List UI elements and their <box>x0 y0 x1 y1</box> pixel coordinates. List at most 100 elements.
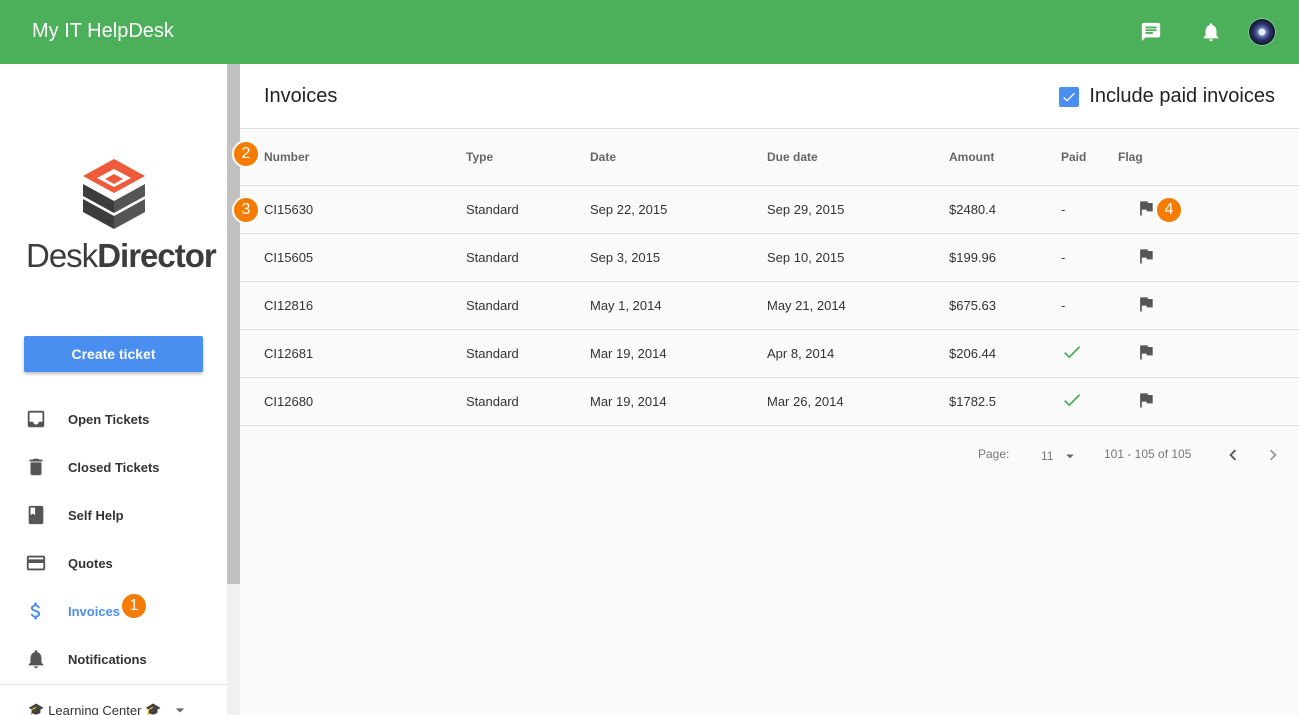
invoice-number: CI12816 <box>240 281 466 330</box>
sidebar-item-label: Closed Tickets <box>68 459 160 475</box>
page-size-label: Page: <box>978 447 1010 461</box>
app-title: My IT HelpDesk <box>32 20 174 42</box>
sidebar-item-invoices[interactable]: Invoices <box>0 587 227 635</box>
flag-icon[interactable] <box>1136 294 1156 314</box>
sidebar-item-label: Quotes <box>68 555 113 571</box>
logo-mark-icon <box>83 159 145 229</box>
column-header-due-date[interactable]: Due date <box>767 129 949 186</box>
table-row[interactable]: CI15605 Standard Sep 3, 2015 Sep 10, 201… <box>240 233 1299 282</box>
include-paid-checkbox[interactable]: Include paid invoices <box>1059 85 1275 108</box>
graduation-cap-icon: 🎓 <box>28 702 45 715</box>
page-size-select[interactable]: 11 <box>1041 447 1079 465</box>
annotation-badge-2: 2 <box>232 140 260 168</box>
sidebar-nav: Open Tickets Closed Tickets Self Help Qu… <box>0 395 227 683</box>
chat-icon[interactable] <box>1137 18 1165 46</box>
sidebar-item-open-tickets[interactable]: Open Tickets <box>0 395 227 443</box>
bell-icon <box>24 647 48 671</box>
invoice-number: CI12681 <box>240 329 466 378</box>
next-page-button[interactable] <box>1262 444 1284 469</box>
sidebar-item-self-help[interactable]: Self Help <box>0 491 227 539</box>
invoice-paid-status: - <box>1061 281 1118 330</box>
table-header-row: Number Type Date Due date Amount Paid Fl… <box>240 129 1299 186</box>
sidebar: DeskDirector Create ticket Open Tickets … <box>0 64 227 715</box>
chevron-right-icon <box>1269 449 1277 461</box>
flag-icon[interactable] <box>1136 246 1156 266</box>
check-icon <box>1064 345 1081 358</box>
invoice-amount: $206.44 <box>949 329 1061 378</box>
invoice-due-date: Sep 29, 2015 <box>767 185 949 234</box>
annotation-badge-4: 4 <box>1155 196 1183 224</box>
table-row[interactable]: CI12680 Standard Mar 19, 2014 Mar 26, 20… <box>240 377 1299 426</box>
deskdirector-logo: DeskDirector <box>26 157 217 275</box>
column-header-type[interactable]: Type <box>466 129 590 186</box>
column-header-date[interactable]: Date <box>590 129 767 186</box>
invoice-type: Standard <box>466 281 590 330</box>
invoice-due-date: Mar 26, 2014 <box>767 377 949 426</box>
sidebar-divider <box>0 684 227 685</box>
main-content: Invoices Include paid invoices Number Ty… <box>240 64 1299 715</box>
column-header-flag[interactable]: Flag <box>1118 129 1299 186</box>
include-paid-label: Include paid invoices <box>1089 85 1275 107</box>
chevron-left-icon <box>1229 449 1237 461</box>
sidebar-item-label: Notifications <box>68 651 147 667</box>
pagination: Page: 11 101 - 105 of 105 <box>240 444 1299 484</box>
invoice-paid-status: - <box>1061 185 1118 234</box>
table-row[interactable]: CI15630 Standard Sep 22, 2015 Sep 29, 20… <box>240 185 1299 234</box>
column-header-paid[interactable]: Paid <box>1061 129 1118 186</box>
user-avatar[interactable] <box>1249 19 1275 45</box>
invoice-type: Standard <box>466 329 590 378</box>
invoice-amount: $675.63 <box>949 281 1061 330</box>
table-row[interactable]: CI12681 Standard Mar 19, 2014 Apr 8, 201… <box>240 329 1299 378</box>
previous-page-button[interactable] <box>1222 444 1244 469</box>
chevron-down-icon <box>175 708 184 713</box>
learning-center-label: Learning Center <box>48 702 142 715</box>
invoice-amount: $199.96 <box>949 233 1061 282</box>
bell-icon[interactable] <box>1197 18 1225 46</box>
trash-icon <box>24 455 48 479</box>
sidebar-item-quotes[interactable]: Quotes <box>0 539 227 587</box>
flag-icon[interactable] <box>1136 342 1156 362</box>
flag-cell <box>1118 377 1299 426</box>
invoice-paid-status <box>1061 329 1118 378</box>
create-ticket-button[interactable]: Create ticket <box>24 336 203 372</box>
invoice-type: Standard <box>466 233 590 282</box>
checkbox-checked-icon[interactable] <box>1059 86 1080 107</box>
invoice-amount: $2480.4 <box>949 185 1061 234</box>
invoice-date: Sep 22, 2015 <box>590 185 767 234</box>
invoice-type: Standard <box>466 377 590 426</box>
page-size-value: 11 <box>1041 449 1054 463</box>
chevron-down-icon <box>1066 454 1075 459</box>
invoices-table: Number Type Date Due date Amount Paid Fl… <box>240 129 1299 426</box>
sidebar-item-notifications[interactable]: Notifications <box>0 635 227 683</box>
sidebar-item-label: Open Tickets <box>68 411 150 427</box>
check-icon <box>1064 393 1081 406</box>
invoice-paid-status: - <box>1061 233 1118 282</box>
page-title: Invoices <box>264 85 338 107</box>
book-icon <box>24 503 48 527</box>
sidebar-item-closed-tickets[interactable]: Closed Tickets <box>0 443 227 491</box>
dollar-icon <box>24 599 48 623</box>
column-header-amount[interactable]: Amount <box>949 129 1061 186</box>
column-header-number[interactable]: Number <box>240 129 466 186</box>
sidebar-item-label: Self Help <box>68 507 124 523</box>
graduation-cap-icon: 🎓 <box>145 702 162 715</box>
flag-cell <box>1118 281 1299 330</box>
logo-wordmark: DeskDirector <box>26 237 217 274</box>
flag-cell <box>1118 233 1299 282</box>
invoice-date: May 1, 2014 <box>590 281 767 330</box>
flag-icon[interactable] <box>1136 198 1156 218</box>
flag-icon[interactable] <box>1136 390 1156 410</box>
invoice-number: CI15605 <box>240 233 466 282</box>
sidebar-item-label: Invoices <box>68 603 121 619</box>
inbox-icon <box>24 407 48 431</box>
annotation-badge-1: 1 <box>120 592 148 620</box>
annotation-badge-3: 3 <box>232 196 260 224</box>
invoice-paid-status <box>1061 377 1118 426</box>
invoice-number: CI12680 <box>240 377 466 426</box>
table-row[interactable]: CI12816 Standard May 1, 2014 May 21, 201… <box>240 281 1299 330</box>
invoice-type: Standard <box>466 185 590 234</box>
learning-center-dropdown[interactable]: 🎓 Learning Center 🎓 <box>24 700 190 715</box>
invoice-date: Sep 3, 2015 <box>590 233 767 282</box>
invoice-due-date: Sep 10, 2015 <box>767 233 949 282</box>
invoice-due-date: Apr 8, 2014 <box>767 329 949 378</box>
